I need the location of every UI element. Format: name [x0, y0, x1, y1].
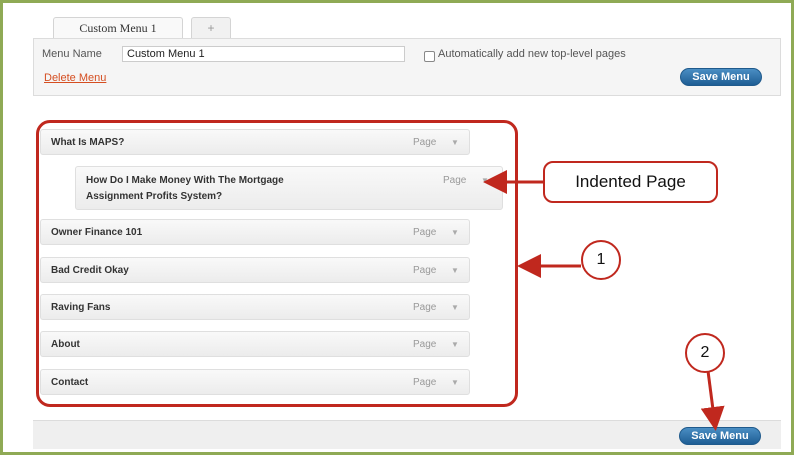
- menu-header: Menu Name Automatically add new top-leve…: [33, 38, 781, 96]
- screenshot-frame: Custom Menu 1 + Menu Name Automatically …: [0, 0, 794, 455]
- menu-name-input[interactable]: [122, 46, 405, 62]
- save-menu-button-top[interactable]: Save Menu: [680, 68, 762, 86]
- annotation-indented-page: Indented Page: [543, 161, 718, 203]
- auto-add-label: Automatically add new top-level pages: [438, 48, 626, 60]
- annotation-highlight-box: [36, 120, 518, 407]
- add-menu-tab[interactable]: +: [191, 17, 231, 39]
- delete-menu-link[interactable]: Delete Menu: [44, 72, 106, 84]
- arrow-2: [700, 370, 725, 431]
- tab-custom-menu-1[interactable]: Custom Menu 1: [53, 17, 183, 39]
- auto-add-checkbox[interactable]: [424, 51, 435, 62]
- menu-name-label: Menu Name: [42, 48, 102, 60]
- menu-footer: Save Menu: [33, 420, 781, 449]
- save-menu-button-bottom[interactable]: Save Menu: [679, 427, 761, 445]
- annotation-marker-2: 2: [685, 333, 725, 373]
- annotation-marker-1: 1: [581, 240, 621, 280]
